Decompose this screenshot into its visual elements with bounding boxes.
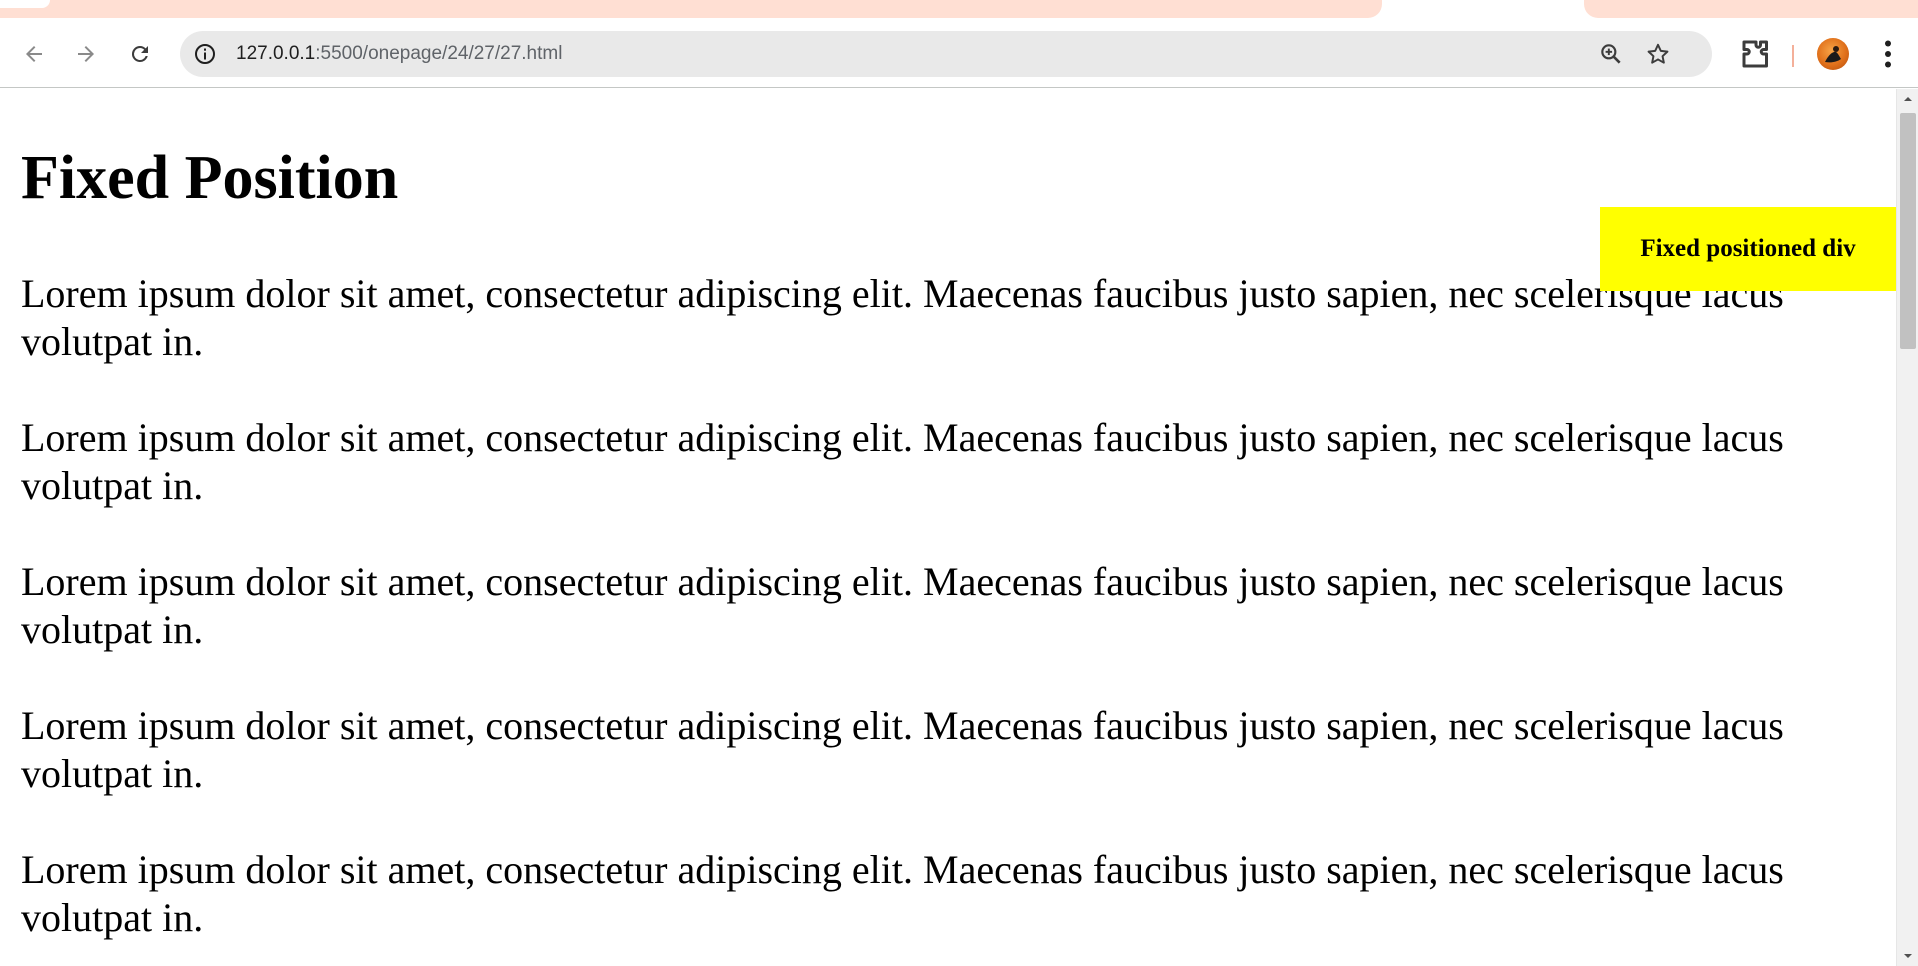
puzzle-icon[interactable]	[1738, 36, 1774, 72]
tab-strip	[0, 0, 1918, 18]
url-text[interactable]: 127.0.0.1:5500/onepage/24/27/27.html	[236, 31, 562, 77]
paragraph-1: Lorem ipsum dolor sit amet, consectetur …	[21, 271, 1784, 364]
scroll-down-arrow-icon[interactable]	[1902, 950, 1914, 962]
address-bar[interactable]: 127.0.0.1:5500/onepage/24/27/27.html	[180, 31, 1712, 77]
page-viewport: Fixed Position Lorem ipsum dolor sit ame…	[0, 89, 1918, 966]
url-path: :5500/onepage/24/27/27.html	[315, 43, 563, 64]
paragraph-4: Lorem ipsum dolor sit amet, consectetur …	[21, 703, 1784, 796]
scroll-up-arrow-icon[interactable]	[1902, 93, 1914, 105]
page-title: Fixed Position	[21, 144, 399, 212]
back-button[interactable]	[16, 36, 52, 72]
reload-icon	[131, 45, 148, 62]
active-tab-fragment[interactable]	[0, 0, 50, 8]
tab-strip-background-left	[0, 0, 1382, 18]
paragraph-3: Lorem ipsum dolor sit amet, consectetur …	[21, 559, 1784, 652]
kebab-menu-icon[interactable]	[1870, 36, 1906, 72]
zoom-icon[interactable]	[1598, 41, 1624, 67]
toolbar-divider	[1792, 45, 1794, 67]
paragraph-5: Lorem ipsum dolor sit amet, consectetur …	[21, 847, 1784, 940]
avatar[interactable]	[1817, 38, 1849, 70]
tab-strip-background-right	[1584, 0, 1918, 18]
back-arrow-icon	[26, 46, 42, 62]
site-info-icon[interactable]	[193, 42, 217, 66]
forward-button[interactable]	[68, 36, 104, 72]
fixed-div-label: Fixed positioned div	[1640, 235, 1856, 262]
forward-arrow-icon	[78, 46, 94, 62]
profile-picture	[1825, 46, 1841, 63]
scrollbar-thumb[interactable]	[1900, 113, 1916, 349]
url-host: 127.0.0.1	[236, 43, 316, 64]
browser-toolbar: 127.0.0.1:5500/onepage/24/27/27.html	[0, 18, 1918, 88]
paragraph-2: Lorem ipsum dolor sit amet, consectetur …	[21, 415, 1784, 508]
reload-button[interactable]	[122, 36, 158, 72]
vertical-scrollbar[interactable]	[1896, 89, 1918, 966]
fixed-positioned-div: Fixed positioned div	[1600, 207, 1896, 291]
star-icon[interactable]	[1645, 41, 1671, 67]
